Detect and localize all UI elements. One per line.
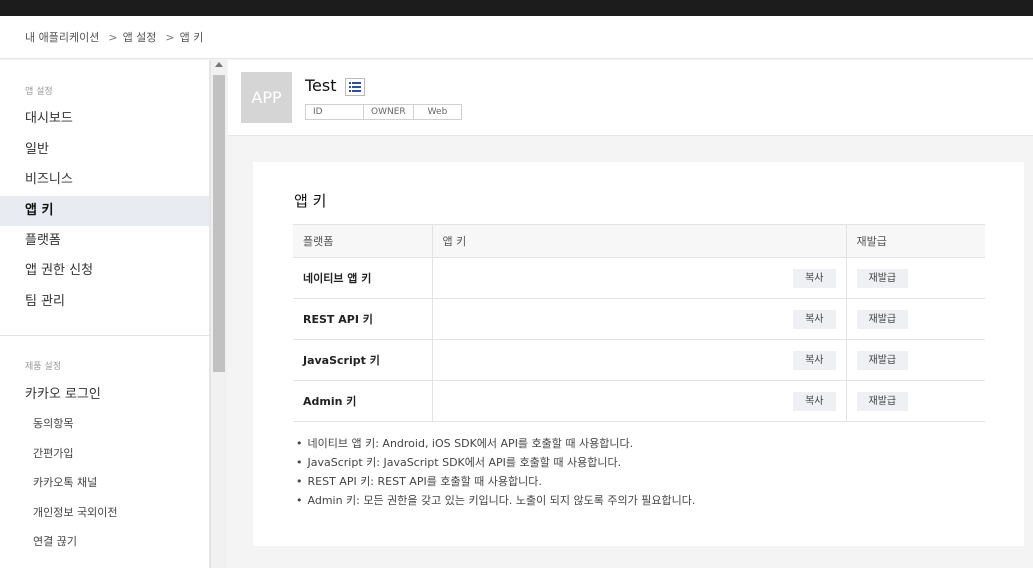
breadcrumb-app-keys: 앱 키 [179,31,204,44]
sidebar-subitem-consent[interactable]: 동의항목 [0,410,209,438]
sidebar-item-app-keys[interactable]: 앱 키 [0,196,209,226]
platform-cell: JavaScript 키 [293,339,433,381]
note-item: REST API 키: REST API를 호출할 때 사용합니다. [296,472,695,491]
sidebar-item-general[interactable]: 일반 [0,135,209,165]
sidebar-item-platform[interactable]: 플랫폼 [0,226,209,256]
app-name: Test [305,76,337,95]
app-key-cell: 복사 [432,298,847,340]
scrollbar-thumb[interactable] [213,75,225,372]
sidebar-section-title: 제품 설정 [25,362,61,372]
note-item: JavaScript 키: JavaScript SDK에서 API를 호출할 … [296,453,695,472]
breadcrumb: 내 애플리케이션 > 앱 설정 > 앱 키 [0,16,1033,59]
app-thumbnail: APP [241,72,292,123]
sidebar-item-permissions[interactable]: 앱 권한 신청 [0,256,209,286]
app-tags: ID OWNER Web [305,104,463,120]
copy-button[interactable]: 복사 [793,268,836,288]
column-header-reissue: 재발급 [846,224,985,258]
sidebar-section-title: 앱 설정 [25,87,53,97]
breadcrumb-separator: > [165,30,175,44]
sidebar-item-dashboard[interactable]: 대시보드 [0,104,209,134]
sidebar-item-team[interactable]: 팀 관리 [0,287,209,317]
reissue-button[interactable]: 재발급 [856,309,909,329]
sidebar-item-kakao-login[interactable]: 카카오 로그인 [0,380,209,410]
sidebar-subitem-kakaotalk-channel[interactable]: 카카오톡 채널 [0,469,209,497]
sidebar-item-business[interactable]: 비즈니스 [0,165,209,195]
card-title: 앱 키 [294,192,327,210]
table-row: JavaScript 키 복사 재발급 [293,339,985,381]
sidebar-subitem-simple-signup[interactable]: 간편가입 [0,440,209,468]
sidebar: 앱 설정 대시보드 일반 비즈니스 앱 키 플랫폼 앱 권한 신청 팀 관리 제… [0,60,210,568]
table-row: REST API 키 복사 재발급 [293,298,985,340]
note-item: 네이티브 앱 키: Android, iOS SDK에서 API를 호출할 때 … [296,434,695,453]
reissue-cell: 재발급 [846,380,985,422]
scroll-up-arrow-icon[interactable] [215,62,223,67]
sidebar-subitem-unlink[interactable]: 연결 끊기 [0,528,209,556]
column-header-app-key: 앱 키 [432,224,847,258]
reissue-button[interactable]: 재발급 [856,268,909,288]
app-key-cell: 복사 [432,339,847,381]
app-key-cell: 복사 [432,257,847,299]
platform-cell: Admin 키 [293,380,433,422]
reissue-cell: 재발급 [846,257,985,299]
sidebar-scrollbar[interactable] [210,60,227,568]
copy-button[interactable]: 복사 [793,309,836,329]
app-key-cell: 복사 [432,380,847,422]
breadcrumb-separator: > [108,30,118,44]
app-header: APP Test ID OWNER Web [228,60,1033,136]
reissue-cell: 재발급 [846,298,985,340]
sidebar-subitem-overseas-transfer[interactable]: 개인정보 국외이전 [0,499,209,527]
table-row: 네이티브 앱 키 복사 재발급 [293,257,985,299]
copy-button[interactable]: 복사 [793,350,836,370]
reissue-cell: 재발급 [846,339,985,381]
platform-cell: REST API 키 [293,298,433,340]
top-bar [0,0,1033,16]
app-keys-table: 플랫폼 앱 키 재발급 네이티브 앱 키 복사 재발급 REST API 키 복… [293,224,985,422]
copy-button[interactable]: 복사 [793,391,836,411]
app-owner-tag: OWNER [363,104,414,120]
table-row: Admin 키 복사 재발급 [293,380,985,422]
reissue-button[interactable]: 재발급 [856,391,909,411]
sidebar-divider [0,335,209,336]
app-id-tag: ID [305,104,364,120]
app-keys-card: 앱 키 플랫폼 앱 키 재발급 네이티브 앱 키 복사 재발급 REST API… [253,162,1024,546]
column-header-platform: 플랫폼 [293,224,433,258]
list-icon [349,82,361,92]
breadcrumb-my-apps[interactable]: 내 애플리케이션 [25,29,99,45]
breadcrumb-app-settings[interactable]: 앱 설정 [123,29,157,45]
note-item: Admin 키: 모든 권한을 갖고 있는 키입니다. 노출이 되지 않도록 주… [296,491,696,510]
app-platform-tag: Web [412,104,463,120]
table-header-row: 플랫폼 앱 키 재발급 [293,224,985,258]
notes-list: 네이티브 앱 키: Android, iOS SDK에서 API를 호출할 때 … [296,434,696,510]
app-menu-button[interactable] [345,78,365,96]
reissue-button[interactable]: 재발급 [856,350,909,370]
platform-cell: 네이티브 앱 키 [293,257,433,299]
